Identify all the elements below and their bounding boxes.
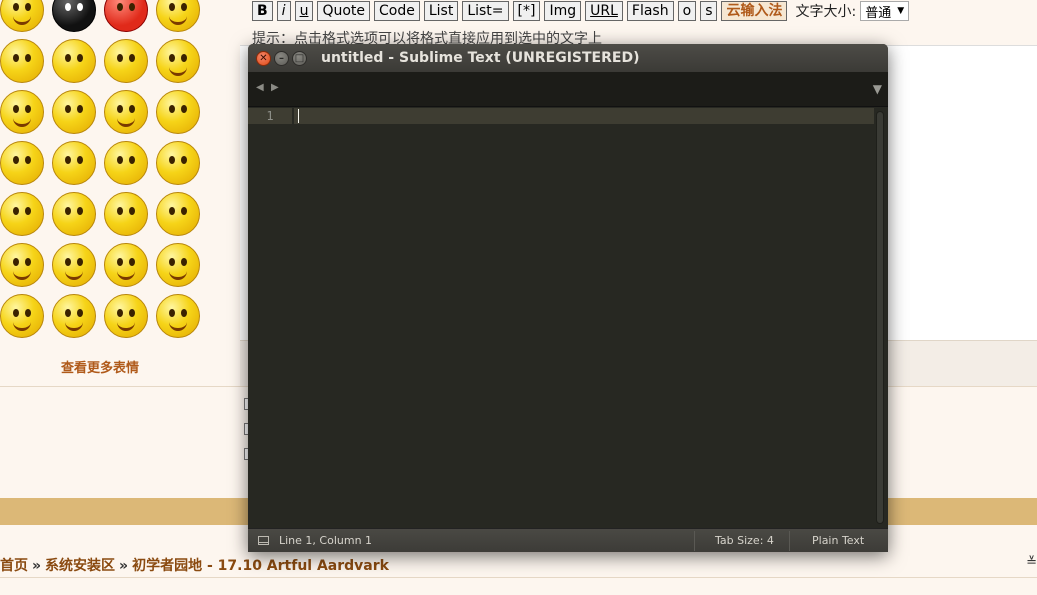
bbcode-toolbar: B i u Quote Code List List= [*] Img URL … — [252, 0, 910, 22]
url-button[interactable]: URL — [585, 1, 623, 21]
breadcrumb: 首页» 系统安装区» 初学者园地 - 17.10 Artful Aardvark — [0, 555, 389, 575]
title-bar[interactable]: ✕ – □ untitled - Sublime Text (UNREGISTE… — [248, 44, 888, 72]
s-button[interactable]: s — [700, 1, 718, 21]
editor-text-area[interactable]: 1 — [248, 107, 888, 528]
text-caret — [298, 109, 299, 123]
breadcrumb-separator: » — [119, 558, 129, 574]
bold-button[interactable]: B — [252, 1, 273, 21]
smiley-face[interactable] — [52, 243, 96, 287]
window-title: untitled - Sublime Text (UNREGISTERED) — [321, 50, 640, 66]
close-icon[interactable]: ✕ — [256, 51, 271, 66]
smiley-face[interactable] — [104, 39, 148, 83]
panel-toggle-icon[interactable] — [258, 536, 269, 545]
divider — [0, 577, 1037, 578]
smiley-face[interactable] — [156, 192, 200, 236]
smiley-face[interactable] — [156, 39, 200, 83]
smiley-face[interactable] — [52, 90, 96, 134]
breadcrumb-home[interactable]: 首页 — [0, 558, 28, 574]
minimize-icon[interactable]: – — [274, 51, 289, 66]
smiley-grid — [0, 0, 208, 345]
chevron-down-icon[interactable]: ▼ — [873, 82, 882, 96]
smiley-face[interactable] — [52, 39, 96, 83]
font-size-select[interactable]: 普通 ▼ — [860, 1, 910, 21]
smiley-face[interactable] — [156, 0, 200, 32]
underline-button[interactable]: u — [294, 1, 314, 21]
line-gutter: 1 — [248, 107, 294, 528]
flash-button[interactable]: Flash — [626, 1, 674, 21]
smiley-face[interactable] — [104, 0, 148, 32]
current-line-highlight — [294, 108, 874, 124]
maximize-icon[interactable]: □ — [292, 51, 307, 66]
smiley-face[interactable] — [52, 294, 96, 338]
smiley-face[interactable] — [52, 192, 96, 236]
smiley-face[interactable] — [156, 243, 200, 287]
smiley-face[interactable] — [156, 90, 200, 134]
cursor-position: Line 1, Column 1 — [279, 534, 373, 547]
smiley-face[interactable] — [156, 294, 200, 338]
italic-button[interactable]: i — [276, 1, 291, 21]
cloud-input-button[interactable]: 云输入法 — [721, 1, 788, 21]
smiley-face[interactable] — [0, 0, 44, 32]
font-size-value: 普通 — [865, 5, 892, 21]
scrollbar-thumb[interactable] — [877, 112, 883, 523]
breadcrumb-separator: » — [32, 558, 42, 574]
smiley-face[interactable] — [104, 192, 148, 236]
quote-button[interactable]: Quote — [317, 1, 370, 21]
arrow-left-icon[interactable]: ◀ — [256, 82, 264, 93]
tab-size-selector[interactable]: Tab Size: 4 — [715, 529, 774, 552]
smiley-face[interactable] — [52, 0, 96, 32]
smiley-face[interactable] — [0, 294, 44, 338]
syntax-selector[interactable]: Plain Text — [812, 529, 864, 552]
vertical-scrollbar[interactable] — [876, 111, 884, 524]
breadcrumb-section[interactable]: 系统安装区 — [45, 558, 115, 574]
smiley-face[interactable] — [104, 294, 148, 338]
smiley-face[interactable] — [104, 90, 148, 134]
right-edge-link[interactable]: ≚ — [1026, 555, 1037, 570]
arrow-right-icon[interactable]: ▶ — [271, 82, 279, 93]
status-divider — [789, 531, 790, 551]
line-number: 1 — [248, 108, 292, 124]
more-faces-link[interactable]: 查看更多表情 — [61, 357, 139, 376]
list-eq-button[interactable]: List= — [462, 1, 509, 21]
code-button[interactable]: Code — [374, 1, 420, 21]
status-bar: Line 1, Column 1 Tab Size: 4 Plain Text — [248, 528, 888, 552]
o-button[interactable]: o — [677, 1, 697, 21]
smiley-face[interactable] — [0, 141, 44, 185]
breadcrumb-topic[interactable]: 初学者园地 - 17.10 Artful Aardvark — [132, 558, 389, 574]
status-divider — [694, 531, 695, 551]
chevron-down-icon: ▼ — [897, 6, 905, 16]
smiley-face[interactable] — [104, 141, 148, 185]
smiley-face[interactable] — [156, 141, 200, 185]
list-item-button[interactable]: [*] — [512, 1, 541, 21]
smiley-face[interactable] — [0, 192, 44, 236]
smiley-panel: 查看更多表情 — [0, 0, 240, 385]
list-button[interactable]: List — [423, 1, 459, 21]
tab-bar: ◀ ▶ ▼ — [248, 72, 888, 107]
font-size-label: 文字大小: — [795, 4, 857, 20]
smiley-face[interactable] — [0, 90, 44, 134]
img-button[interactable]: Img — [544, 1, 582, 21]
smiley-face[interactable] — [0, 243, 44, 287]
sublime-window: ✕ – □ untitled - Sublime Text (UNREGISTE… — [248, 44, 888, 552]
smiley-face[interactable] — [0, 39, 44, 83]
smiley-face[interactable] — [104, 243, 148, 287]
smiley-face[interactable] — [52, 141, 96, 185]
